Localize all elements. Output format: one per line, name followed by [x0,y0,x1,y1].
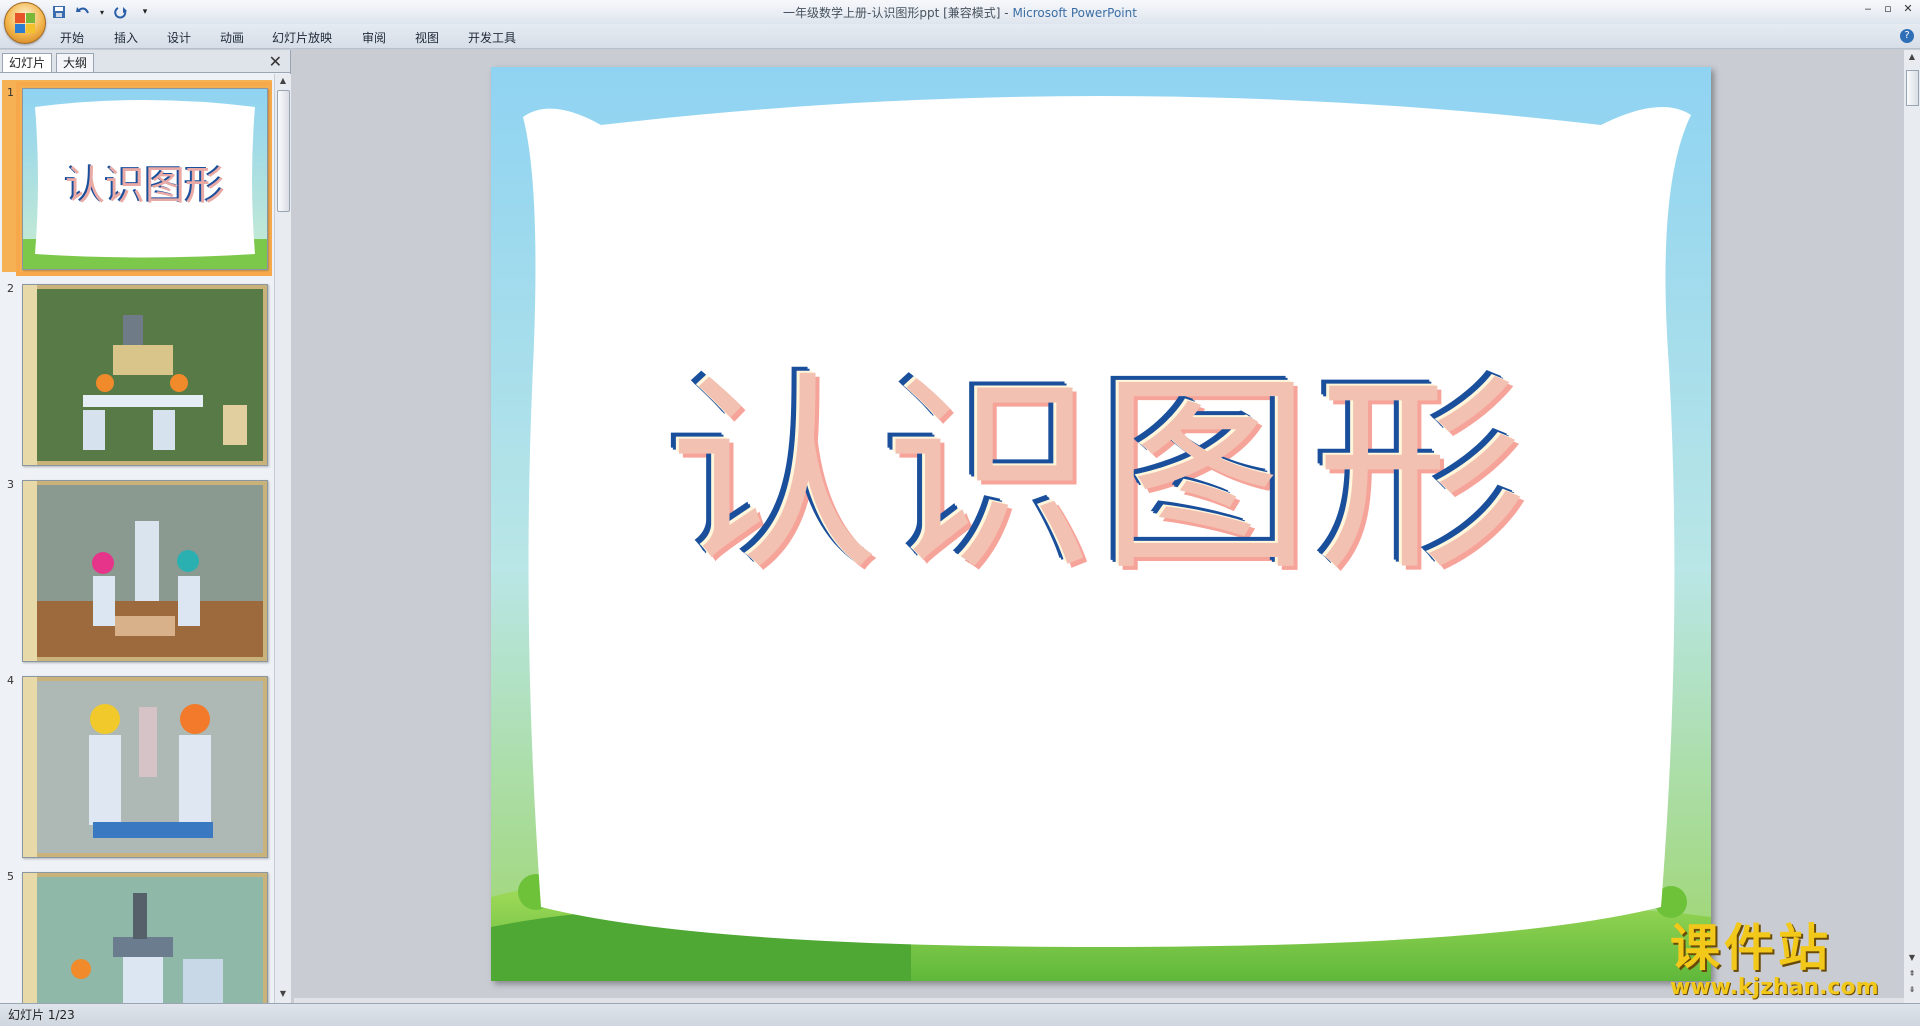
thumbnail-scrollbar[interactable]: ▲ ▼ [274,74,291,1003]
scroll-thumb[interactable] [277,90,290,212]
scroll-up-icon[interactable]: ▲ [277,76,289,88]
thumbnail-title: 认识图形 [65,163,225,209]
slide-thumbnail-4[interactable] [22,676,268,858]
minimize-icon[interactable]: ‒ [1860,2,1876,16]
scroll-up-icon[interactable]: ▲ [1906,52,1918,64]
ribbon-tabs: 开始 插入 设计 动画 幻灯片放映 审阅 视图 开发工具 ? [0,24,1920,49]
status-bar: 幻灯片 1/23 [0,1003,1920,1026]
close-panel-icon[interactable]: ✕ [269,52,282,71]
window-title: 一年级数学上册-认识图形ppt [兼容模式] - Microsoft Power… [0,4,1920,21]
close-icon[interactable]: ✕ [1900,2,1916,16]
tab-slide-show[interactable]: 幻灯片放映 [272,29,332,46]
scroll-down-icon[interactable]: ▼ [277,989,289,1001]
title-bar: ▾ ▾ 一年级数学上册-认识图形ppt [兼容模式] - Microsoft P… [0,0,1920,24]
slides-panel: 幻灯片 大纲 ✕ 1 认识图形 2 3 4 5 ▲ ▼ [0,50,291,1003]
tab-developer[interactable]: 开发工具 [468,29,516,46]
scroll-thumb[interactable] [1906,70,1919,106]
slide-title[interactable]: 认识图形 [641,357,1561,597]
thumbnail-list: 1 认识图形 2 3 4 5 [0,74,272,1003]
help-icon[interactable]: ? [1900,29,1914,43]
tab-animations[interactable]: 动画 [220,29,244,46]
slide-thumbnail-1[interactable]: 认识图形 [16,82,272,276]
window-controls: ‒ ▫ ✕ [1860,2,1916,16]
title-separator: - [1000,6,1013,20]
watermark-url: www.kjzhan.com [1670,975,1879,1000]
app-name: Microsoft PowerPoint [1012,6,1137,20]
watermark-title: 课件站 [1670,919,1832,977]
slide-number: 2 [7,282,14,295]
slide-counter: 幻灯片 1/23 [8,1008,75,1022]
slide-number: 5 [7,870,14,883]
restore-icon[interactable]: ▫ [1880,2,1896,16]
slide-thumbnail-2[interactable] [22,284,268,466]
office-button[interactable] [4,2,46,44]
tab-view[interactable]: 视图 [415,29,439,46]
current-slide[interactable]: 认识图形 [491,67,1711,981]
site-watermark: 课件站 www.kjzhan.com [1670,920,1910,1004]
tab-outline[interactable]: 大纲 [56,53,95,72]
tab-slides[interactable]: 幻灯片 [2,53,53,72]
tab-insert[interactable]: 插入 [114,29,138,46]
panel-tabs: 幻灯片 大纲 ✕ [0,50,290,73]
office-logo-icon [15,13,35,33]
editor-scrollbar[interactable]: ▲ ▼ ⇞ ⇟ [1903,50,1920,1003]
slide-number: 3 [7,478,14,491]
tab-home[interactable]: 开始 [60,29,84,46]
slide-thumbnail-5[interactable] [22,872,268,1003]
slide-thumbnail-3[interactable] [22,480,268,662]
slide-number: 4 [7,674,14,687]
tab-design[interactable]: 设计 [167,29,191,46]
slide-number: 1 [7,86,14,99]
document-title: 一年级数学上册-认识图形ppt [兼容模式] [783,6,1001,20]
tab-review[interactable]: 审阅 [362,29,386,46]
